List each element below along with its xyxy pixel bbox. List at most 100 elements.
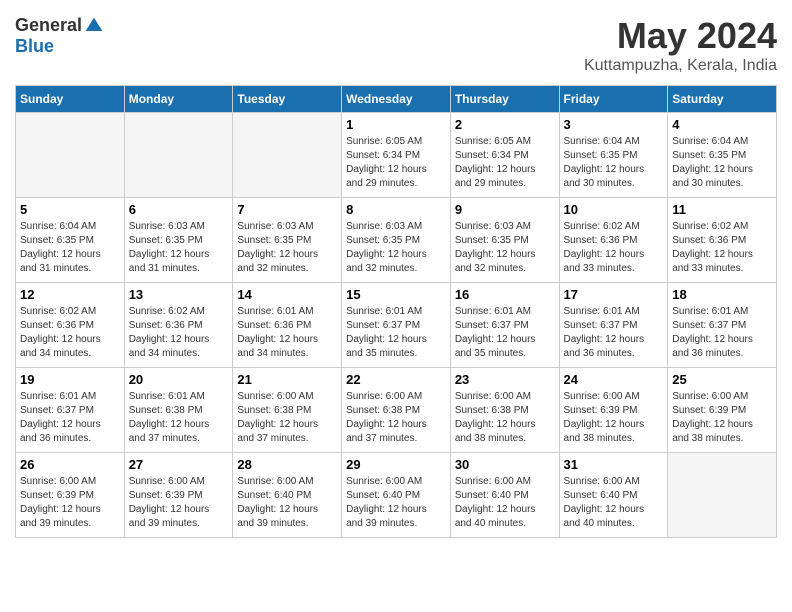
- day-info: Sunrise: 6:00 AM Sunset: 6:39 PM Dayligh…: [129, 475, 229, 531]
- day-number: 18: [672, 287, 772, 302]
- day-info: Sunrise: 6:00 AM Sunset: 6:39 PM Dayligh…: [564, 390, 664, 446]
- calendar-cell: 9 Sunrise: 6:03 AM Sunset: 6:35 PM Daylig…: [450, 198, 559, 283]
- day-number: 19: [20, 372, 120, 387]
- day-number: 22: [346, 372, 446, 387]
- calendar-cell: 5 Sunrise: 6:04 AM Sunset: 6:35 PM Daylig…: [16, 198, 125, 283]
- calendar-cell: [16, 113, 125, 198]
- calendar-cell: 15Sunrise: 6:01 AM Sunset: 6:37 PM Dayli…: [342, 283, 451, 368]
- calendar-cell: 8 Sunrise: 6:03 AM Sunset: 6:35 PM Daylig…: [342, 198, 451, 283]
- calendar-cell: 18 Sunrise: 6:01 AM Sunset: 6:37 PM Dayli…: [668, 283, 777, 368]
- weekday-header-saturday: Saturday: [668, 86, 777, 113]
- calendar-cell: 1Sunrise: 6:05 AM Sunset: 6:34 PM Daylig…: [342, 113, 451, 198]
- day-info: Sunrise: 6:01 AM Sunset: 6:37 PM Dayligh…: [455, 305, 555, 361]
- calendar-cell: 25Sunrise: 6:00 AM Sunset: 6:39 PM Dayli…: [668, 368, 777, 453]
- weekday-header-thursday: Thursday: [450, 86, 559, 113]
- day-info: Sunrise: 6:02 AM Sunset: 6:36 PM Dayligh…: [20, 305, 120, 361]
- logo-general-text: General: [15, 15, 82, 36]
- day-number: 5: [20, 202, 120, 217]
- day-number: 28: [237, 457, 337, 472]
- day-info: Sunrise: 6:03 AM Sunset: 6:35 PM Dayligh…: [346, 220, 446, 276]
- calendar-cell: 10 Sunrise: 6:02 AM Sunset: 6:36 PM Dayli…: [559, 198, 668, 283]
- day-number: 17: [564, 287, 664, 302]
- week-row-4: 19 Sunrise: 6:01 AM Sunset: 6:37 PM Dayli…: [16, 368, 777, 453]
- weekday-header-row: SundayMondayTuesdayWednesdayThursdayFrid…: [16, 86, 777, 113]
- day-info: Sunrise: 6:02 AM Sunset: 6:36 PM Dayligh…: [564, 220, 664, 276]
- day-number: 10: [564, 202, 664, 217]
- calendar-cell: [668, 453, 777, 538]
- day-info: Sunrise: 6:00 AM Sunset: 6:38 PM Dayligh…: [455, 390, 555, 446]
- calendar-cell: 4 Sunrise: 6:04 AM Sunset: 6:35 PM Daylig…: [668, 113, 777, 198]
- weekday-header-tuesday: Tuesday: [233, 86, 342, 113]
- weekday-header-friday: Friday: [559, 86, 668, 113]
- day-number: 7: [237, 202, 337, 217]
- calendar-cell: 7 Sunrise: 6:03 AM Sunset: 6:35 PM Daylig…: [233, 198, 342, 283]
- calendar-cell: 27 Sunrise: 6:00 AM Sunset: 6:39 PM Dayli…: [124, 453, 233, 538]
- week-row-1: 1Sunrise: 6:05 AM Sunset: 6:34 PM Daylig…: [16, 113, 777, 198]
- logo: General Blue: [15, 15, 104, 57]
- calendar-cell: [233, 113, 342, 198]
- calendar-cell: 29 Sunrise: 6:00 AM Sunset: 6:40 PM Dayli…: [342, 453, 451, 538]
- day-number: 27: [129, 457, 229, 472]
- day-info: Sunrise: 6:05 AM Sunset: 6:34 PM Dayligh…: [455, 135, 555, 191]
- day-number: 23: [455, 372, 555, 387]
- day-number: 31: [564, 457, 664, 472]
- week-row-2: 5 Sunrise: 6:04 AM Sunset: 6:35 PM Daylig…: [16, 198, 777, 283]
- day-info: Sunrise: 6:01 AM Sunset: 6:37 PM Dayligh…: [20, 390, 120, 446]
- day-info: Sunrise: 6:02 AM Sunset: 6:36 PM Dayligh…: [672, 220, 772, 276]
- day-info: Sunrise: 6:01 AM Sunset: 6:38 PM Dayligh…: [129, 390, 229, 446]
- day-number: 20: [129, 372, 229, 387]
- calendar-cell: 31 Sunrise: 6:00 AM Sunset: 6:40 PM Dayli…: [559, 453, 668, 538]
- day-info: Sunrise: 6:00 AM Sunset: 6:38 PM Dayligh…: [237, 390, 337, 446]
- month-year-title: May 2024: [584, 15, 777, 57]
- day-info: Sunrise: 6:04 AM Sunset: 6:35 PM Dayligh…: [672, 135, 772, 191]
- day-number: 21: [237, 372, 337, 387]
- calendar-table: SundayMondayTuesdayWednesdayThursdayFrid…: [15, 85, 777, 538]
- day-number: 12: [20, 287, 120, 302]
- day-info: Sunrise: 6:01 AM Sunset: 6:37 PM Dayligh…: [564, 305, 664, 361]
- day-number: 16: [455, 287, 555, 302]
- calendar-cell: [124, 113, 233, 198]
- logo-blue-text: Blue: [15, 36, 54, 57]
- week-row-5: 26 Sunrise: 6:00 AM Sunset: 6:39 PM Dayli…: [16, 453, 777, 538]
- location-subtitle: Kuttampuzha, Kerala, India: [584, 57, 777, 75]
- weekday-header-monday: Monday: [124, 86, 233, 113]
- day-number: 29: [346, 457, 446, 472]
- day-info: Sunrise: 6:00 AM Sunset: 6:40 PM Dayligh…: [455, 475, 555, 531]
- day-info: Sunrise: 6:03 AM Sunset: 6:35 PM Dayligh…: [129, 220, 229, 276]
- weekday-header-wednesday: Wednesday: [342, 86, 451, 113]
- calendar-cell: 6Sunrise: 6:03 AM Sunset: 6:35 PM Daylig…: [124, 198, 233, 283]
- calendar-cell: 28 Sunrise: 6:00 AM Sunset: 6:40 PM Dayli…: [233, 453, 342, 538]
- calendar-cell: 23 Sunrise: 6:00 AM Sunset: 6:38 PM Dayli…: [450, 368, 559, 453]
- day-info: Sunrise: 6:00 AM Sunset: 6:40 PM Dayligh…: [346, 475, 446, 531]
- logo-icon: [84, 16, 104, 36]
- calendar-cell: 11Sunrise: 6:02 AM Sunset: 6:36 PM Dayli…: [668, 198, 777, 283]
- day-info: Sunrise: 6:04 AM Sunset: 6:35 PM Dayligh…: [20, 220, 120, 276]
- day-info: Sunrise: 6:03 AM Sunset: 6:35 PM Dayligh…: [237, 220, 337, 276]
- day-number: 9: [455, 202, 555, 217]
- day-info: Sunrise: 6:01 AM Sunset: 6:37 PM Dayligh…: [672, 305, 772, 361]
- day-info: Sunrise: 6:00 AM Sunset: 6:39 PM Dayligh…: [20, 475, 120, 531]
- page-header: General Blue May 2024 Kuttampuzha, Keral…: [15, 15, 777, 75]
- day-info: Sunrise: 6:00 AM Sunset: 6:40 PM Dayligh…: [237, 475, 337, 531]
- calendar-cell: 26 Sunrise: 6:00 AM Sunset: 6:39 PM Dayli…: [16, 453, 125, 538]
- day-number: 25: [672, 372, 772, 387]
- calendar-cell: 12 Sunrise: 6:02 AM Sunset: 6:36 PM Dayli…: [16, 283, 125, 368]
- calendar-cell: 16 Sunrise: 6:01 AM Sunset: 6:37 PM Dayli…: [450, 283, 559, 368]
- calendar-cell: 22 Sunrise: 6:00 AM Sunset: 6:38 PM Dayli…: [342, 368, 451, 453]
- day-number: 3: [564, 117, 664, 132]
- day-info: Sunrise: 6:02 AM Sunset: 6:36 PM Dayligh…: [129, 305, 229, 361]
- day-info: Sunrise: 6:05 AM Sunset: 6:34 PM Dayligh…: [346, 135, 446, 191]
- day-number: 26: [20, 457, 120, 472]
- calendar-cell: 2 Sunrise: 6:05 AM Sunset: 6:34 PM Daylig…: [450, 113, 559, 198]
- day-number: 24: [564, 372, 664, 387]
- day-info: Sunrise: 6:03 AM Sunset: 6:35 PM Dayligh…: [455, 220, 555, 276]
- day-info: Sunrise: 6:00 AM Sunset: 6:40 PM Dayligh…: [564, 475, 664, 531]
- calendar-cell: 14Sunrise: 6:01 AM Sunset: 6:36 PM Dayli…: [233, 283, 342, 368]
- day-info: Sunrise: 6:04 AM Sunset: 6:35 PM Dayligh…: [564, 135, 664, 191]
- day-info: Sunrise: 6:00 AM Sunset: 6:38 PM Dayligh…: [346, 390, 446, 446]
- day-number: 8: [346, 202, 446, 217]
- day-number: 2: [455, 117, 555, 132]
- day-number: 4: [672, 117, 772, 132]
- day-number: 13: [129, 287, 229, 302]
- week-row-3: 12 Sunrise: 6:02 AM Sunset: 6:36 PM Dayli…: [16, 283, 777, 368]
